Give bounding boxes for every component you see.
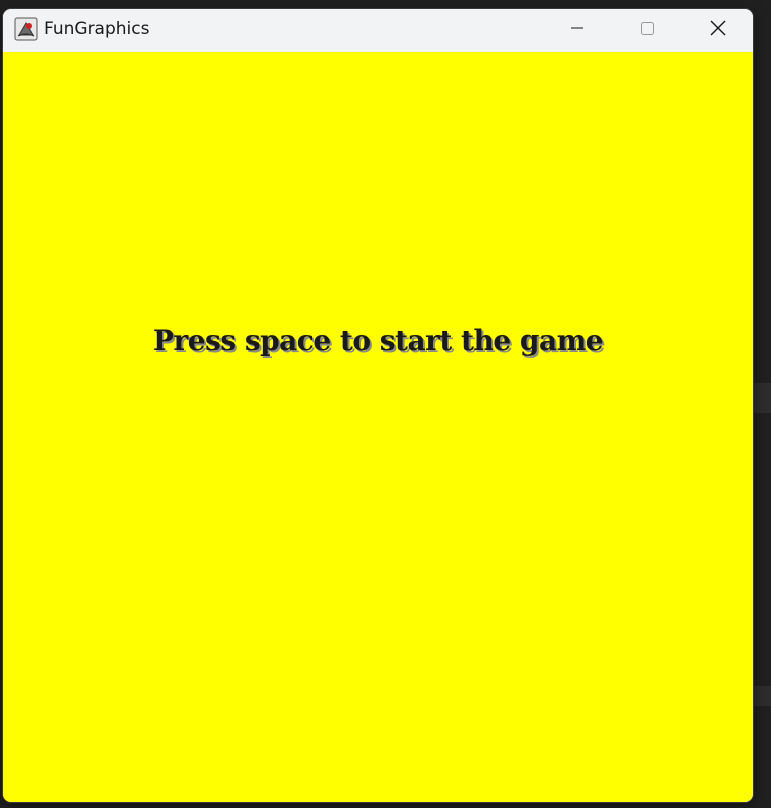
close-icon — [709, 19, 727, 41]
background-window-strip — [752, 686, 771, 706]
app-window: FunGraphics Press space to start the gam… — [3, 9, 753, 802]
close-button[interactable] — [688, 9, 748, 51]
minimize-icon — [569, 20, 585, 40]
window-title: FunGraphics — [44, 19, 150, 39]
minimize-button[interactable] — [547, 9, 607, 51]
maximize-button[interactable] — [617, 9, 677, 51]
game-canvas[interactable]: Press space to start the game — [3, 52, 753, 802]
start-message: Press space to start the game — [152, 324, 604, 357]
desktop: FunGraphics Press space to start the gam… — [0, 0, 771, 808]
title-bar[interactable]: FunGraphics — [3, 9, 753, 52]
maximize-icon — [639, 20, 655, 40]
background-window-strip — [752, 383, 771, 413]
java-cup-icon[interactable] — [14, 17, 38, 41]
